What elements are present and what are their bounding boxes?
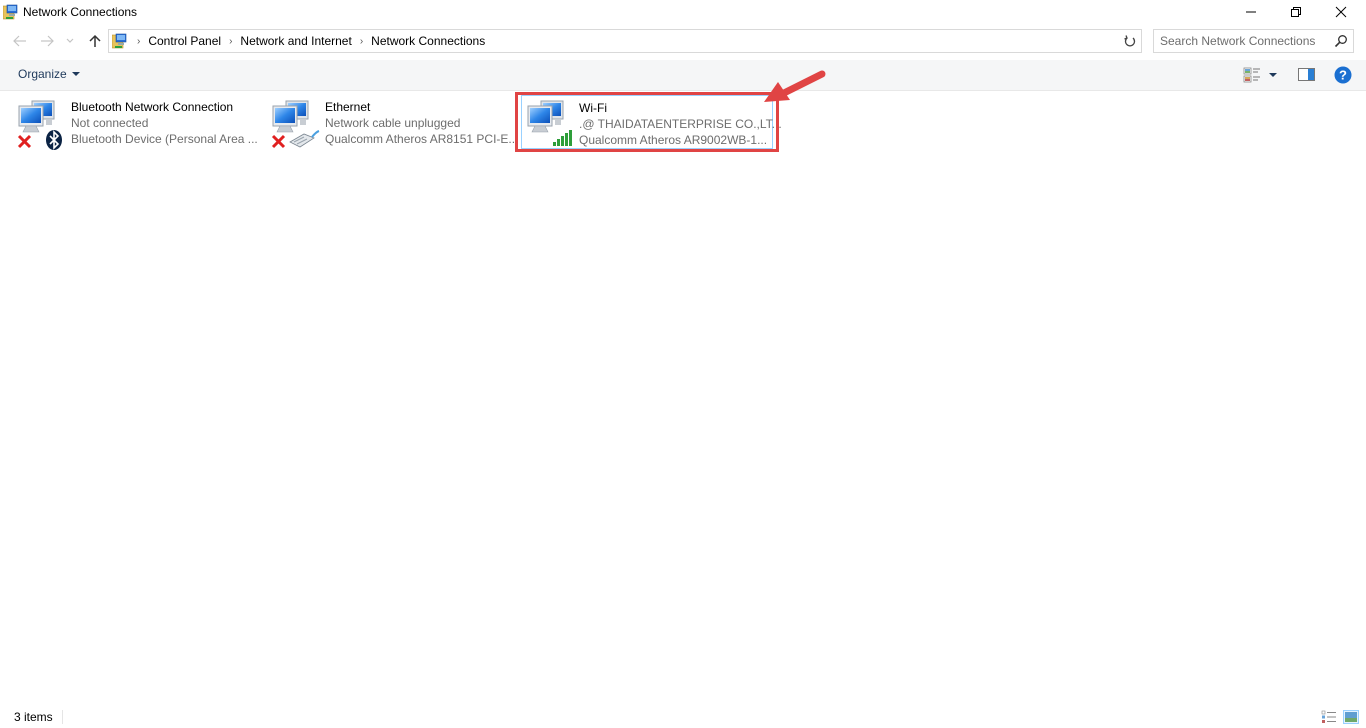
breadcrumb: › Control Panel › Network and Internet ›… <box>133 34 489 48</box>
large-icons-view-icon <box>1345 712 1357 722</box>
up-button[interactable] <box>85 29 105 53</box>
chevron-down-icon <box>66 38 74 43</box>
organize-button[interactable]: Organize <box>18 67 80 81</box>
help-icon[interactable]: ? <box>1334 66 1352 84</box>
bluetooth-icon <box>46 130 62 150</box>
annotation-highlight-box <box>515 92 779 152</box>
breadcrumb-control-panel[interactable]: Control Panel <box>148 34 221 48</box>
connection-status: Not connected <box>71 116 149 130</box>
ethernet-cable-icon <box>289 130 320 148</box>
connection-item-ethernet[interactable]: Ethernet Network cable unplugged Qualcom… <box>270 94 519 154</box>
address-bar[interactable]: › Control Panel › Network and Internet ›… <box>108 29 1220 53</box>
back-button[interactable] <box>10 29 30 53</box>
forward-button[interactable] <box>37 29 57 53</box>
organize-label: Organize <box>18 67 67 81</box>
connection-device: Bluetooth Device (Personal Area ... <box>71 132 258 146</box>
arrow-right-icon <box>41 35 54 47</box>
annotation-arrow-icon <box>764 70 826 102</box>
breadcrumb-network-and-internet[interactable]: Network and Internet <box>240 34 351 48</box>
details-view-icon[interactable] <box>1321 710 1337 724</box>
restore-icon <box>1291 7 1301 17</box>
search-input[interactable] <box>1160 33 1325 49</box>
connection-item-bluetooth[interactable]: Bluetooth Network Connection Not connect… <box>16 94 258 154</box>
disconnected-x-icon <box>17 134 32 149</box>
minimize-button[interactable] <box>1228 0 1274 24</box>
recent-locations-button[interactable] <box>63 29 77 53</box>
breadcrumb-separator[interactable]: › <box>137 36 140 47</box>
search-box <box>1153 29 1354 53</box>
disconnected-x-icon <box>271 134 286 149</box>
connection-status: Network cable unplugged <box>325 116 461 130</box>
network-connections-icon <box>3 4 18 20</box>
window-title: Network Connections <box>23 5 138 19</box>
status-bar: 3 items <box>0 706 1366 728</box>
item-count: 3 items <box>14 710 53 724</box>
command-bar: Organize ? <box>0 60 1366 91</box>
change-view-icon[interactable] <box>1243 67 1261 83</box>
network-adapter-icon <box>17 100 62 150</box>
arrow-left-icon <box>13 35 26 47</box>
connection-name: Bluetooth Network Connection <box>71 100 234 114</box>
status-divider <box>62 710 63 724</box>
connection-name: Ethernet <box>325 100 371 114</box>
breadcrumb-network-connections[interactable]: Network Connections <box>371 34 485 48</box>
network-connections-icon <box>112 33 127 49</box>
refresh-icon <box>1124 34 1136 46</box>
network-adapter-icon <box>271 100 320 149</box>
title-bar: Network Connections <box>0 0 1366 24</box>
search-icon[interactable] <box>1334 34 1348 48</box>
arrow-up-icon <box>89 34 101 47</box>
preview-pane-icon[interactable] <box>1298 68 1315 81</box>
close-icon <box>1335 6 1347 18</box>
breadcrumb-separator[interactable]: › <box>229 36 232 47</box>
view-options-dropdown[interactable] <box>1269 73 1277 77</box>
refresh-button[interactable] <box>1119 29 1142 53</box>
navigation-bar: › Control Panel › Network and Internet ›… <box>0 29 1366 53</box>
large-icons-view-button[interactable] <box>1343 710 1359 724</box>
svg-text:?: ? <box>1339 68 1347 83</box>
restore-button[interactable] <box>1273 0 1319 24</box>
minimize-icon <box>1246 11 1256 13</box>
connection-device: Qualcomm Atheros AR8151 PCI-E... <box>325 132 519 146</box>
close-button[interactable] <box>1318 0 1364 24</box>
breadcrumb-separator[interactable]: › <box>360 36 363 47</box>
caret-down-icon <box>71 72 80 76</box>
